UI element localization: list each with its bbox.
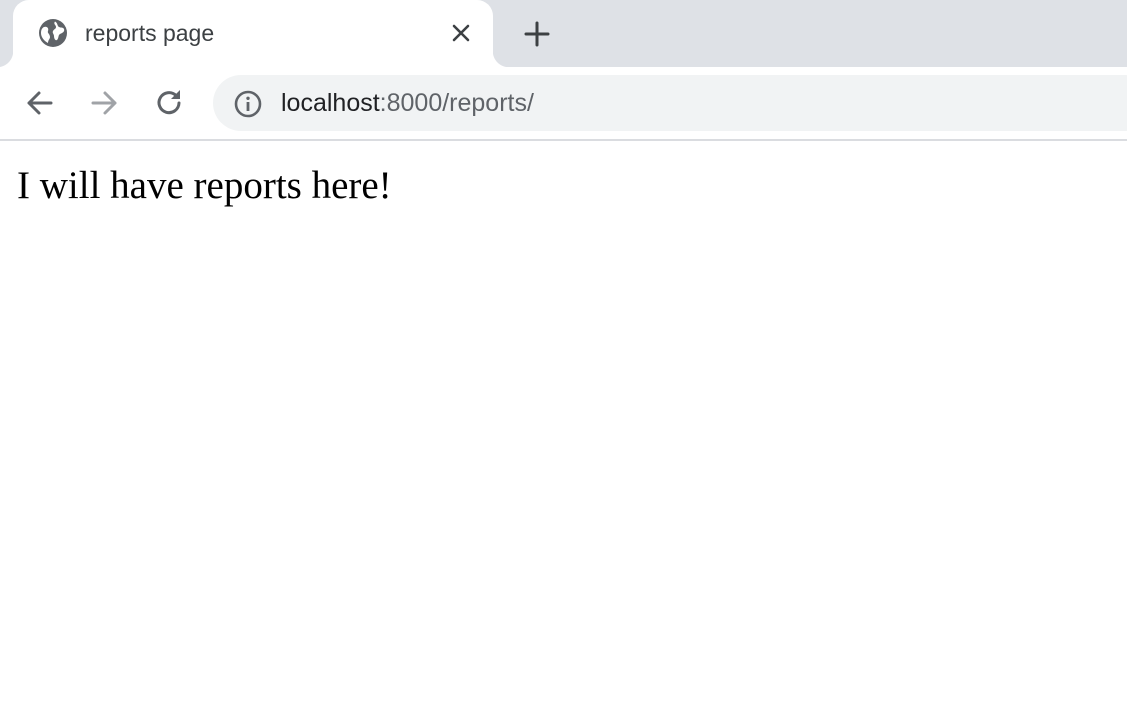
tab-title: reports page: [85, 20, 215, 46]
globe-icon: [39, 19, 67, 47]
browser-window: reports page localhost:8000/reports/ I w…: [0, 0, 1127, 717]
body-text: I will have reports here!: [17, 164, 392, 207]
back-arrow-icon[interactable]: [22, 85, 58, 121]
new-tab-plus-icon[interactable]: [521, 18, 553, 50]
tab-reports[interactable]: reports page: [0, 0, 509, 67]
forward-arrow-icon[interactable]: [86, 85, 122, 121]
toolbar: localhost:8000/reports/: [0, 67, 1127, 141]
url-host: localhost: [281, 89, 380, 117]
address-bar[interactable]: localhost:8000/reports/: [213, 75, 1127, 131]
tab-strip: reports page: [0, 0, 1127, 67]
url-path: :8000/reports/: [379, 89, 534, 117]
reload-icon[interactable]: [151, 85, 187, 121]
close-icon[interactable]: [449, 21, 473, 45]
url-text[interactable]: localhost:8000/reports/: [281, 88, 534, 118]
info-icon[interactable]: [233, 89, 263, 119]
page-content: I will have reports here!: [0, 141, 1127, 717]
